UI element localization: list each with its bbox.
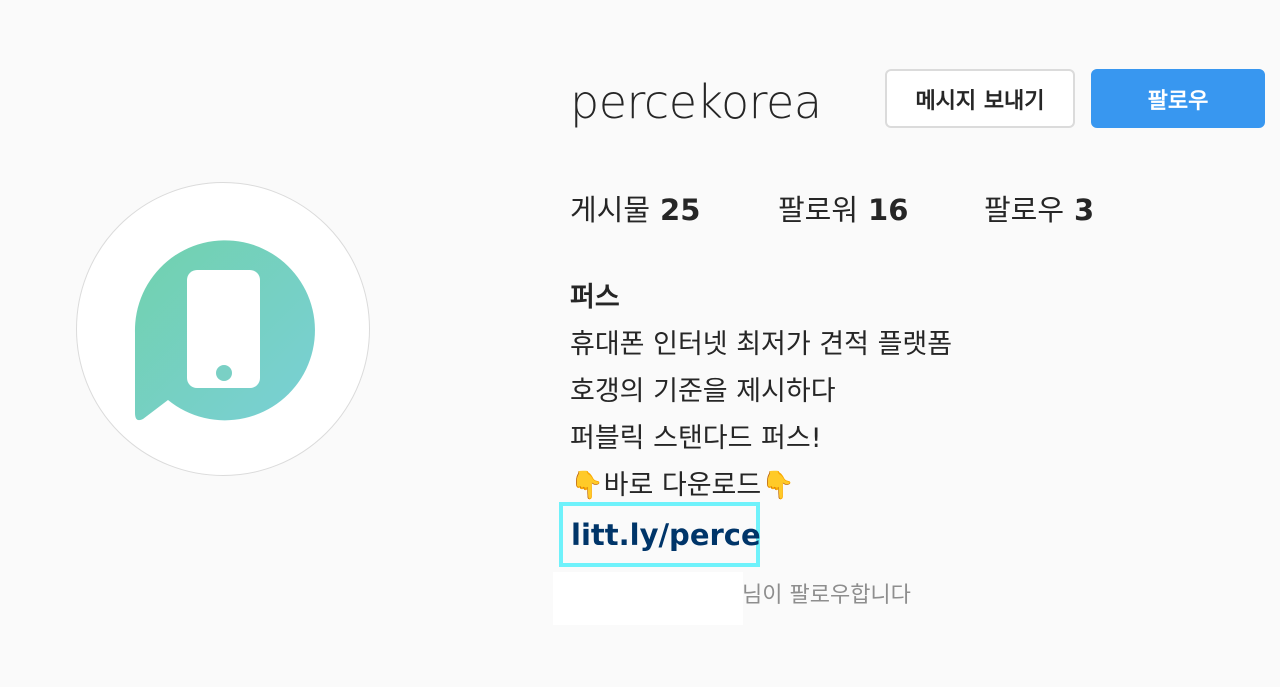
posts-count: 25 [660,193,701,227]
following-stat[interactable]: 팔로우 3 [984,190,1094,230]
posts-label: 게시물 [570,193,651,227]
following-label: 팔로우 [984,193,1065,227]
send-message-button[interactable]: 메시지 보내기 [885,69,1075,128]
redacted-follower-names [553,572,743,625]
posts-stat: 게시물 25 [570,190,700,230]
profile-avatar[interactable] [76,182,370,476]
bio-link[interactable]: litt.ly/perce [571,518,761,552]
followers-stat[interactable]: 팔로워 16 [778,190,908,230]
follow-button[interactable]: 팔로우 [1091,69,1265,128]
followed-by-text[interactable]: 님이 팔로우합니다 [742,580,911,612]
followers-count: 16 [868,193,909,227]
bio-line: 퍼블릭 스탠다드 퍼스! [570,423,822,454]
profile-username: percekorea [570,75,822,129]
bio-line: 호갱의 기준을 제시하다 [570,376,836,407]
profile-bio: 퍼스 휴대폰 인터넷 최저가 견적 플랫폼 호갱의 기준을 제시하다 퍼블릭 스… [570,274,952,509]
perce-logo-icon [134,240,315,421]
followers-label: 팔로워 [778,193,859,227]
bio-link-highlight: litt.ly/perce [559,502,761,567]
following-count: 3 [1074,193,1095,227]
bio-name: 퍼스 [570,282,620,313]
bio-line: 휴대폰 인터넷 최저가 견적 플랫폼 [570,329,953,360]
